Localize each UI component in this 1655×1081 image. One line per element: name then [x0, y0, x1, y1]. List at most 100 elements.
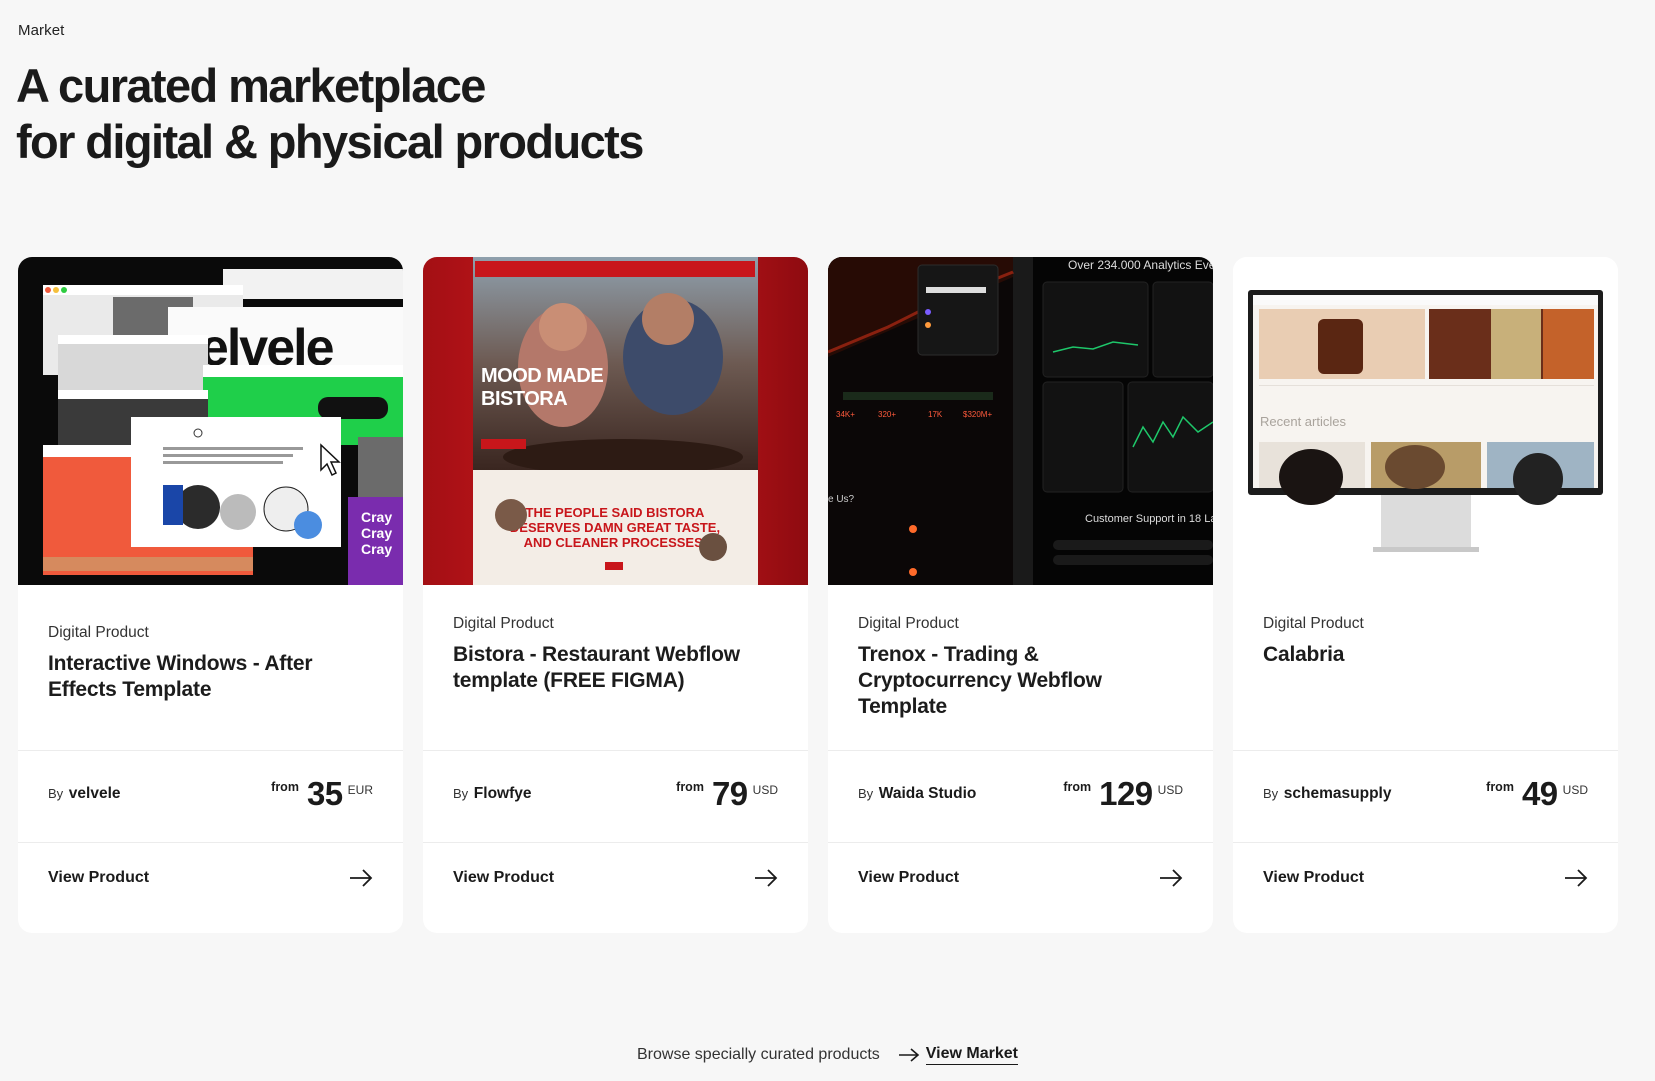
svg-text:AND CLEANER PROCESSES.: AND CLEANER PROCESSES. [524, 535, 707, 550]
price-currency: EUR [347, 783, 373, 797]
card-divider [828, 842, 1213, 843]
arrow-right-icon [754, 869, 778, 887]
price-amount: 35 [306, 775, 343, 812]
product-title[interactable]: Bistora - Restaurant Webflow template (F… [453, 642, 778, 694]
product-thumbnail[interactable]: Recent articles [1233, 257, 1618, 585]
price-currency: USD [1562, 783, 1588, 797]
product-meta: By schemasupply from 49 USD [1263, 777, 1588, 811]
product-card-calabria[interactable]: Recent articles Digital Product Calabria… [1233, 257, 1618, 933]
product-category: Digital Product [453, 615, 554, 632]
arrow-right-icon [1564, 869, 1588, 887]
card-divider [18, 842, 403, 843]
product-thumbnail[interactable]: velvele Cray Cray Cray [18, 257, 403, 585]
svg-text:DESERVES DAMN GREAT TASTE,: DESERVES DAMN GREAT TASTE, [510, 520, 720, 535]
price-currency: USD [752, 783, 778, 797]
price-from-label: from [271, 780, 299, 794]
bistora-preview-image: MOOD MADE BISTORA THE PEOPLE SAID BISTOR… [423, 257, 808, 585]
view-product-button[interactable]: View Product [48, 869, 373, 887]
product-info: Digital Product Interactive Windows - Af… [48, 624, 373, 703]
product-info: Digital Product Calabria [1263, 615, 1588, 668]
price-from-label: from [1486, 780, 1514, 794]
view-product-button[interactable]: View Product [858, 869, 1183, 887]
view-product-label: View Product [48, 869, 150, 886]
svg-text:320+: 320+ [878, 410, 896, 419]
product-card-bistora[interactable]: MOOD MADE BISTORA THE PEOPLE SAID BISTOR… [423, 257, 808, 933]
author-name[interactable]: Flowfye [474, 785, 532, 802]
trenox-thumb-text: Over 234.000 Analytics Eve [1068, 258, 1213, 272]
by-label: By [1263, 786, 1279, 801]
by-label: By [453, 786, 469, 801]
card-divider [1233, 750, 1618, 751]
view-product-label: View Product [858, 869, 960, 886]
price-amount: 129 [1099, 775, 1153, 812]
card-divider [423, 750, 808, 751]
product-title[interactable]: Calabria [1263, 642, 1588, 668]
price-amount: 79 [711, 775, 748, 812]
product-title[interactable]: Trenox - Trading & Cryptocurrency Webflo… [858, 642, 1183, 720]
calabria-preview-image: Recent articles [1233, 257, 1618, 585]
product-price: from 35 EUR [271, 777, 373, 811]
view-product-button[interactable]: View Product [453, 869, 778, 887]
card-divider [828, 750, 1213, 751]
price-currency: USD [1157, 783, 1183, 797]
svg-text:Cray: Cray [361, 509, 392, 525]
section-headline: A curated marketplace for digital & phys… [16, 58, 644, 170]
author-name[interactable]: Waida Studio [879, 785, 977, 802]
trenox-thumb-text-2: Customer Support in 18 Languag [1085, 513, 1213, 525]
product-meta: By velvele from 35 EUR [48, 777, 373, 811]
author-name[interactable]: velvele [69, 785, 121, 802]
product-info: Digital Product Trenox - Trading & Crypt… [858, 615, 1183, 720]
price-from-label: from [1063, 780, 1092, 794]
view-product-label: View Product [453, 869, 555, 886]
view-market-link[interactable]: View Market [925, 1045, 1018, 1065]
by-label: By [48, 786, 64, 801]
product-category: Digital Product [858, 615, 959, 632]
svg-text:Cray: Cray [361, 541, 392, 557]
product-author: By Flowfye [453, 785, 532, 803]
card-divider [18, 750, 403, 751]
product-card-interactive-windows[interactable]: velvele Cray Cray Cray Digital Product I… [18, 257, 403, 933]
product-category: Digital Product [1263, 615, 1364, 632]
product-category: Digital Product [48, 624, 149, 641]
product-cards: velvele Cray Cray Cray Digital Product I… [18, 257, 1618, 933]
calabria-thumb-text: Recent articles [1260, 414, 1346, 429]
product-price: from 129 USD [1063, 777, 1183, 811]
product-meta: By Waida Studio from 129 USD [858, 777, 1183, 811]
svg-text:34K+: 34K+ [836, 410, 855, 419]
card-divider [1233, 842, 1618, 843]
arrow-right-icon [349, 869, 373, 887]
section-eyebrow: Market [18, 22, 65, 39]
svg-text:BISTORA: BISTORA [481, 388, 567, 410]
market-footer: Browse specially curated products View M… [0, 1045, 1655, 1065]
headline-line-1: A curated marketplace [16, 59, 486, 112]
product-thumbnail[interactable]: MOOD MADE BISTORA THE PEOPLE SAID BISTOR… [423, 257, 808, 585]
card-divider [423, 842, 808, 843]
by-label: By [858, 786, 874, 801]
product-author: By schemasupply [1263, 785, 1391, 803]
product-info: Digital Product Bistora - Restaurant Web… [453, 615, 778, 694]
browse-text: Browse specially curated products [637, 1046, 880, 1063]
bistora-thumb-text-2: THE PEOPLE SAID BISTORA [526, 505, 706, 520]
svg-text:Cray: Cray [361, 525, 392, 541]
svg-text:$320M+: $320M+ [963, 410, 992, 419]
product-card-trenox[interactable]: 34K+ 320+ 17K $320M+ e Us? Over 234.000 … [828, 257, 1213, 933]
price-amount: 49 [1521, 775, 1558, 812]
author-name[interactable]: schemasupply [1284, 785, 1392, 802]
arrow-right-icon [1159, 869, 1183, 887]
product-price: from 79 USD [676, 777, 778, 811]
product-thumbnail[interactable]: 34K+ 320+ 17K $320M+ e Us? Over 234.000 … [828, 257, 1213, 585]
product-author: By Waida Studio [858, 785, 976, 803]
velvele-preview-image: velvele Cray Cray Cray [18, 257, 403, 585]
view-product-button[interactable]: View Product [1263, 869, 1588, 887]
product-price: from 49 USD [1486, 777, 1588, 811]
price-from-label: from [676, 780, 704, 794]
svg-text:e Us?: e Us? [828, 494, 855, 505]
trenox-preview-image: 34K+ 320+ 17K $320M+ e Us? Over 234.000 … [828, 257, 1213, 585]
headline-line-2: for digital & physical products [16, 115, 644, 168]
bistora-thumb-text: MOOD MADE [481, 365, 603, 387]
arrow-right-icon [898, 1048, 920, 1062]
product-title[interactable]: Interactive Windows - After Effects Temp… [48, 651, 373, 703]
svg-text:17K: 17K [928, 410, 943, 419]
product-meta: By Flowfye from 79 USD [453, 777, 778, 811]
product-author: By velvele [48, 785, 121, 803]
